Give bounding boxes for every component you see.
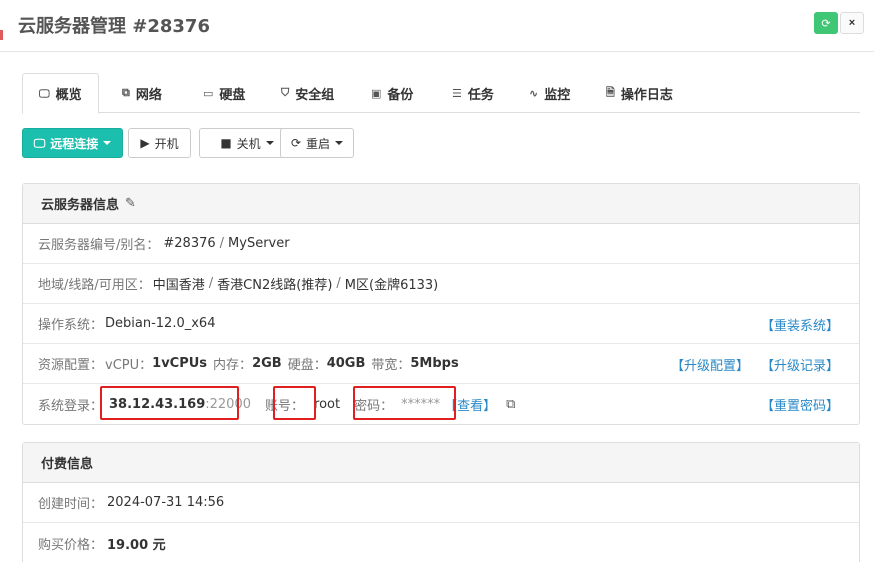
shield-icon: ⛉	[281, 86, 290, 99]
region-row: 地域/线路/可用区： 中国香港 / 香港CN2线路(推荐) / M区(金牌613…	[23, 264, 859, 304]
upgrade-log-link[interactable]: 【升级记录】	[761, 355, 839, 374]
tab-security-group[interactable]: ⛉ 安全组	[281, 73, 334, 113]
panel-title: 云服务器信息 ✎	[23, 184, 859, 224]
panel-title: 付费信息	[23, 443, 859, 483]
tab-label: 任务	[467, 87, 494, 103]
button-label: 重启	[306, 136, 331, 151]
tab-monitor[interactable]: ∿ 监控	[529, 73, 570, 113]
config-row: 资源配置： vCPU： 1vCPUs 内存： 2GB 硬盘： 40GB 带宽： …	[23, 344, 859, 384]
close-button[interactable]: ×	[840, 12, 864, 34]
modal-header: 云服务器管理 #28376 ⟳ ×	[0, 0, 874, 52]
monitor-icon: 🖵	[39, 86, 50, 100]
edge-marker	[0, 30, 3, 40]
reinstall-link[interactable]: 【重装系统】	[761, 315, 839, 334]
highlight-password-box	[353, 386, 456, 420]
tab-label: 监控	[544, 87, 571, 103]
region: 中国香港	[152, 278, 205, 293]
tab-disk[interactable]: ▭ 硬盘	[203, 73, 245, 113]
tab-label: 硬盘	[219, 87, 246, 103]
account-value: root	[314, 396, 341, 412]
price-row: 购买价格： 19.00 元	[23, 523, 859, 562]
refresh-icon: ⟳	[290, 136, 302, 150]
price-value: 19.00 元	[107, 537, 166, 553]
pulse-icon: ∿	[529, 86, 539, 100]
server-id-row: 云服务器编号/别名： #28376 / MyServer	[23, 224, 859, 264]
tab-overview[interactable]: 🖵 概览	[22, 73, 99, 114]
disk-value: 40GB	[326, 356, 366, 371]
tab-label: 网络	[135, 87, 162, 103]
button-label: 关机	[236, 136, 261, 151]
server-id: #28376	[163, 236, 216, 251]
reset-password-link[interactable]: 【重置密码】	[761, 395, 839, 414]
highlight-ip-box	[100, 386, 239, 420]
hdd-icon: ▭	[203, 86, 214, 100]
tab-label: 概览	[55, 88, 82, 103]
edit-icon[interactable]: ✎	[125, 196, 136, 211]
tab-backup[interactable]: ▣ 备份	[371, 73, 413, 113]
tab-bar: 🖵 概览 ⧉ 网络 ▭ 硬盘 ⛉ 安全组 ▣ 备份 ☰ 任务 ∿ 监控 🗎 操作…	[22, 73, 860, 114]
tab-label: 操作日志	[620, 87, 673, 103]
button-label: 开机	[154, 136, 179, 151]
tab-operation-log[interactable]: 🗎 操作日志	[606, 73, 673, 113]
caret-down-icon	[265, 141, 274, 145]
monitor-icon: 🖵	[33, 135, 46, 150]
login-row: 系统登录： 38.12.43.169 :22000 账号： root 密码： *…	[23, 384, 859, 424]
tasks-icon: ☰	[452, 86, 462, 100]
power-on-button[interactable]: ▶ 开机	[128, 128, 191, 158]
save-icon: ▣	[371, 86, 382, 100]
created-time: 2024-07-31 14:56	[107, 495, 225, 510]
page-title: 云服务器管理 #28376	[18, 16, 210, 37]
restart-button[interactable]: ⟳ 重启	[280, 128, 354, 158]
caret-down-icon	[103, 141, 112, 145]
refresh-icon: ⟳	[821, 17, 831, 30]
tab-tasks[interactable]: ☰ 任务	[452, 73, 494, 113]
billing-panel: 付费信息 创建时间： 2024-07-31 14:56 购买价格： 19.00 …	[22, 442, 860, 562]
button-label: 远程连接	[50, 136, 99, 151]
tab-label: 安全组	[295, 87, 335, 103]
vcpu-value: 1vCPUs	[152, 356, 208, 371]
close-icon: ×	[848, 17, 856, 29]
line: 香港CN2线路(推荐)	[217, 278, 333, 293]
upgrade-config-link[interactable]: 【升级配置】	[671, 355, 749, 374]
refresh-button[interactable]: ⟳	[814, 12, 838, 34]
play-icon: ▶	[140, 136, 150, 150]
zone: M区(金牌6133)	[344, 278, 439, 293]
file-icon: 🗎	[606, 85, 615, 99]
tab-network[interactable]: ⧉ 网络	[122, 73, 162, 113]
created-row: 创建时间： 2024-07-31 14:56	[23, 483, 859, 523]
caret-down-icon	[335, 141, 344, 145]
stop-icon: ■	[220, 136, 232, 150]
remote-connect-button[interactable]: 🖵 远程连接	[22, 128, 123, 158]
server-info-panel: 云服务器信息 ✎ 云服务器编号/别名： #28376 / MyServer 地域…	[22, 183, 860, 425]
copy-icon[interactable]: ⧉	[506, 397, 515, 412]
bandwidth-value: 5Mbps	[410, 356, 459, 371]
server-alias: MyServer	[228, 236, 290, 251]
network-icon: ⧉	[122, 86, 130, 99]
tab-label: 备份	[387, 87, 414, 103]
memory-value: 2GB	[252, 356, 282, 371]
os-value: Debian-12.0_x64	[105, 316, 216, 331]
os-row: 操作系统： Debian-12.0_x64 【重装系统】	[23, 304, 859, 344]
highlight-account-box	[273, 386, 316, 420]
